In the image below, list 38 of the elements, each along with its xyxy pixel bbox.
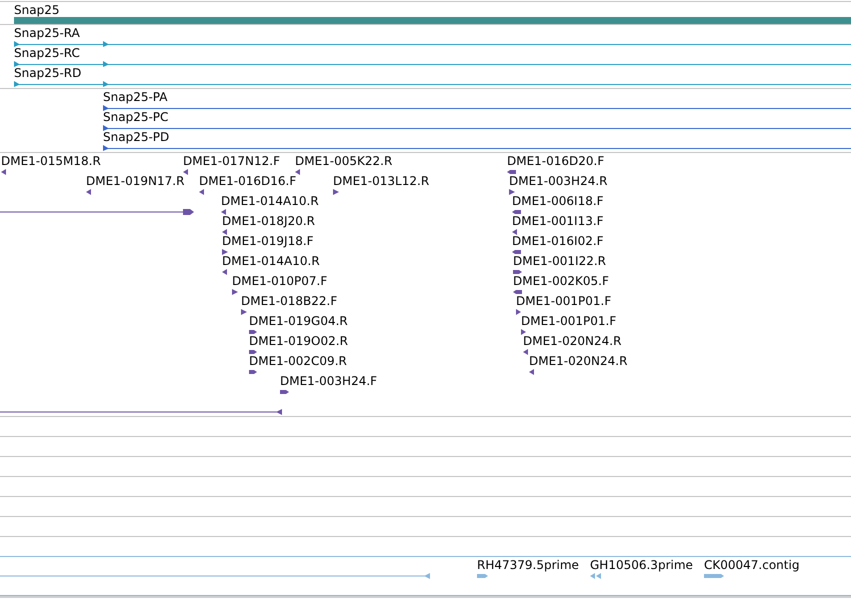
feature-label[interactable]: DME1-014A10.R (221, 194, 319, 208)
gene-bar[interactable] (14, 17, 851, 24)
feature-label[interactable]: DME1-005K22.R (295, 154, 392, 168)
feature-label[interactable]: DME1-013L12.R (333, 174, 430, 188)
feature-label[interactable]: Snap25-PC (103, 110, 168, 124)
feature-label[interactable]: RH47379.5prime (477, 558, 579, 572)
feature-label[interactable]: DME1-001P01.F (516, 294, 612, 308)
feature-label[interactable]: DME1-018J20.R (222, 214, 316, 228)
feature-label[interactable]: DME1-003H24.R (509, 174, 608, 188)
feature-label[interactable]: DME1-018B22.F (241, 294, 338, 308)
feature-label[interactable]: Snap25-PA (103, 90, 168, 104)
feature-label[interactable]: DME1-020N24.R (523, 334, 622, 348)
feature-label[interactable]: DME1-019J18.F (222, 234, 314, 248)
feature-label[interactable]: DME1-016D20.F (507, 154, 604, 168)
feature-label[interactable]: DME1-016I02.F (512, 234, 604, 248)
feature-label[interactable]: DME1-002C09.R (249, 354, 347, 368)
feature-label[interactable]: DME1-014A10.R (222, 254, 320, 268)
feature-label[interactable]: DME1-002K05.F (513, 274, 609, 288)
feature-label[interactable]: CK00047.contig (704, 558, 800, 572)
feature-label[interactable]: DME1-003H24.F (280, 374, 378, 388)
feature-label[interactable]: Snap25-PD (103, 130, 170, 144)
feature-label[interactable]: DME1-019G04.R (249, 314, 348, 328)
feature-label[interactable]: DME1-001I13.F (512, 214, 604, 228)
feature-label[interactable]: GH10506.3prime (590, 558, 693, 572)
feature-label[interactable]: DME1-001I22.R (513, 254, 606, 268)
feature-label[interactable]: DME1-016D16.F (199, 174, 296, 188)
feature-label[interactable]: DME1-019O02.R (249, 334, 348, 348)
feature-label[interactable]: DME1-001P01.F (521, 314, 616, 328)
feature-label[interactable]: DME1-015M18.R (1, 154, 101, 168)
feature-label[interactable]: DME1-010P07.F (232, 274, 328, 288)
feature-label[interactable]: Snap25-RD (14, 66, 82, 80)
feature-label[interactable]: DME1-019N17.R (86, 174, 184, 188)
feature-label[interactable]: Snap25-RC (14, 46, 80, 60)
feature-label[interactable]: DME1-020N24.R (529, 354, 628, 368)
feature-label[interactable]: DME1-006I18.F (512, 194, 604, 208)
feature-label[interactable]: DME1-017N12.F (183, 154, 280, 168)
feature-label[interactable]: Snap25 (14, 3, 60, 17)
feature-label[interactable]: Snap25-RA (14, 26, 80, 40)
